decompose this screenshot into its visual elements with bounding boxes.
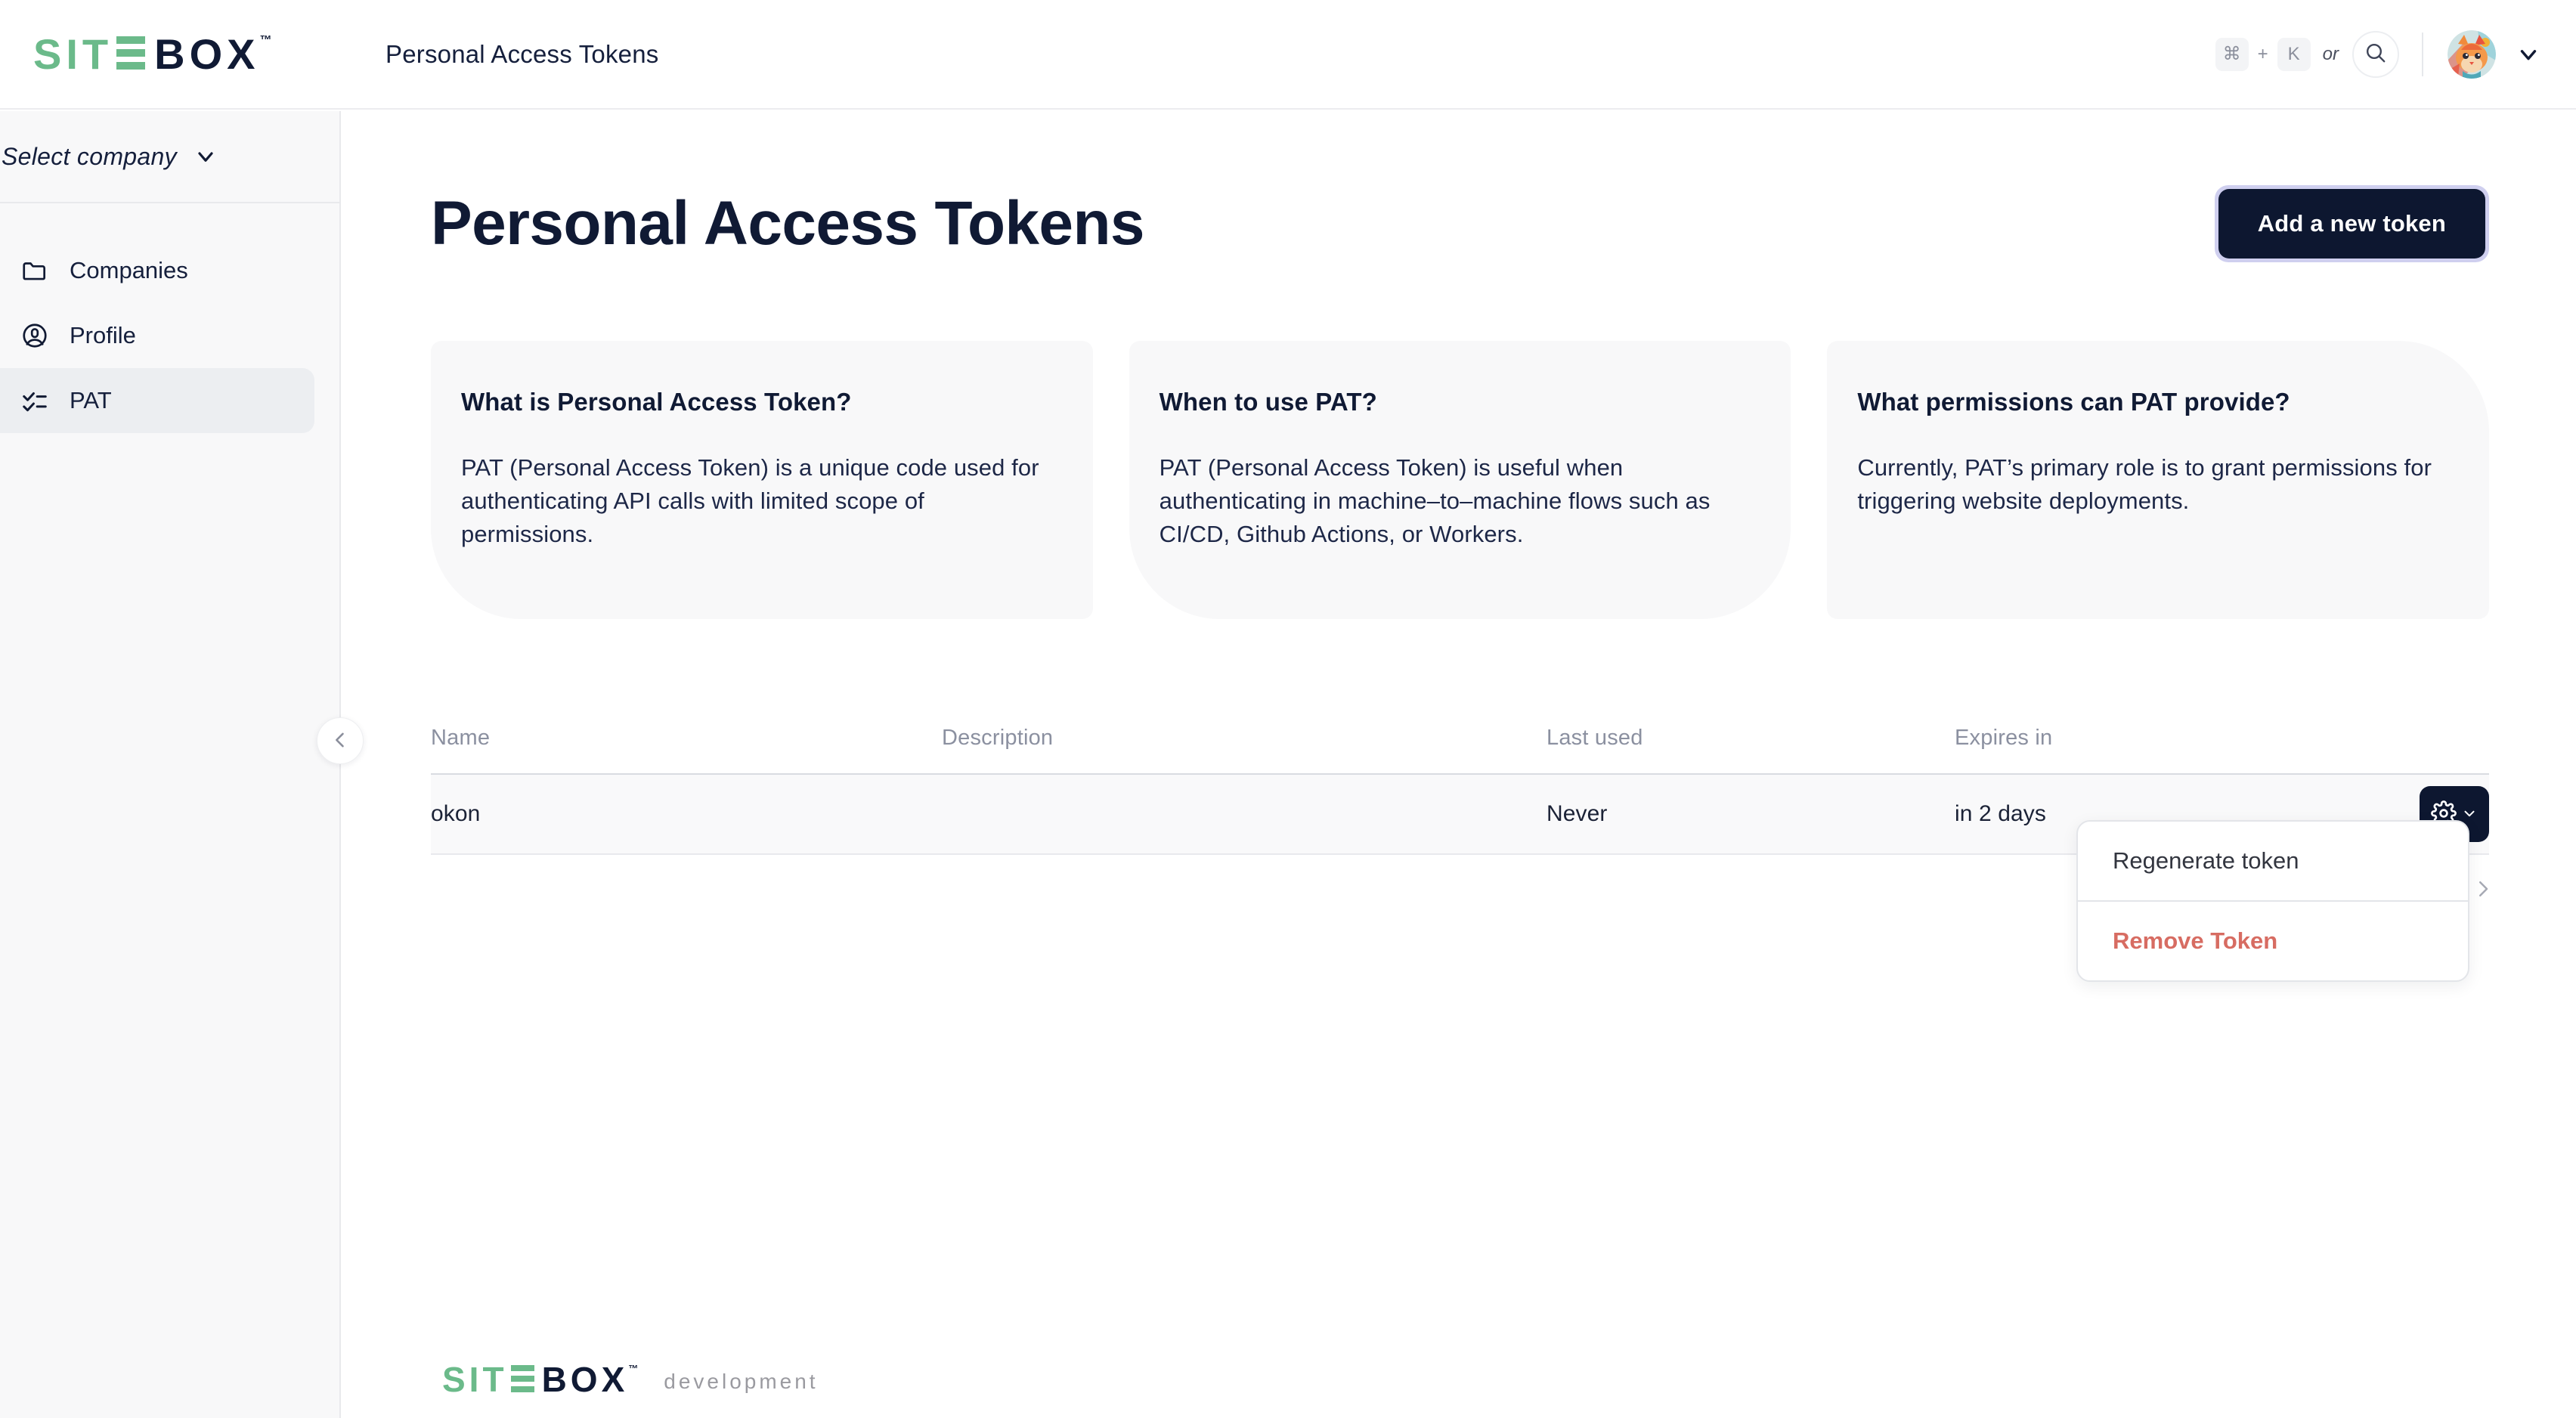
add-new-token-button[interactable]: Add a new token <box>2218 189 2485 259</box>
header-divider <box>2422 32 2423 76</box>
add-token-focus-ring: Add a new token <box>2214 185 2489 262</box>
cell-token-name: okon <box>431 801 481 826</box>
page-header: Personal Access Tokens Add a new token <box>431 111 2489 262</box>
sitebox-logo: SIT BOX ™ <box>33 33 271 76</box>
sidebar-nav: Companies Profile PAT <box>0 203 339 433</box>
tokens-table: Name Description Last used Expires in ok… <box>431 702 2489 982</box>
footer: SIT BOX ™ development <box>342 1362 2576 1418</box>
sidebar-item-profile[interactable]: Profile <box>0 303 314 368</box>
column-header-description: Description <box>942 725 1054 750</box>
info-card-body: PAT (Personal Access Token) is a unique … <box>461 454 1039 548</box>
shortcut-or-label: or <box>2322 43 2339 64</box>
footer-logo-e-bars-icon <box>510 1362 534 1393</box>
search-button[interactable] <box>2352 30 2399 78</box>
logo-trademark: ™ <box>259 33 272 47</box>
top-header-bar: SIT BOX ™ Personal Access Tokens ⌘ + K o… <box>0 0 2576 110</box>
row-actions-chevron-down-icon <box>2461 805 2478 824</box>
table-header-row: Name Description Last used Expires in <box>431 702 2489 775</box>
page-title: Personal Access Tokens <box>431 189 1145 258</box>
brand-logo-link[interactable]: SIT BOX ™ <box>0 33 344 76</box>
row-actions-dropdown-menu: Regenerate token Remove Token <box>2076 820 2469 982</box>
info-card-body: PAT (Personal Access Token) is useful wh… <box>1159 454 1711 548</box>
shortcut-command-key: ⌘ <box>2215 37 2249 71</box>
logo-green-text: SIT <box>33 29 113 78</box>
top-header-actions: ⌘ + K or <box>2215 29 2576 79</box>
chevron-down-icon <box>194 144 218 169</box>
menu-item-remove-token[interactable]: Remove Token <box>2078 902 2468 980</box>
logo-e-bars-icon <box>116 33 146 71</box>
sidebar-item-companies[interactable]: Companies <box>0 238 314 303</box>
footer-environment-label: development <box>664 1370 819 1393</box>
info-card-heading: When to use PAT? <box>1159 388 1377 416</box>
shortcut-k-key: K <box>2277 37 2311 71</box>
info-card-what-is-pat: What is Personal Access Token? PAT (Pers… <box>431 341 1093 619</box>
footer-sitebox-logo: SIT BOX ™ <box>442 1362 638 1397</box>
main-content: Personal Access Tokens Add a new token W… <box>342 111 2576 1418</box>
page-breadcrumb-title: Personal Access Tokens <box>385 39 659 68</box>
cell-last-used: Never <box>1547 801 1608 826</box>
checklist-icon <box>20 385 50 416</box>
logo-dark-text: BOX <box>154 29 260 78</box>
company-selector[interactable]: Select company <box>0 111 339 203</box>
column-header-last-used: Last used <box>1547 725 1643 750</box>
search-icon <box>2364 41 2388 67</box>
footer-logo-trademark: ™ <box>628 1363 639 1374</box>
sidebar-item-label: Companies <box>70 257 188 283</box>
info-cards: What is Personal Access Token? PAT (Pers… <box>431 341 2490 619</box>
info-card-heading: What is Personal Access Token? <box>461 388 852 416</box>
company-selector-label: Select company <box>2 142 177 170</box>
sidebar-item-label: PAT <box>70 387 112 413</box>
column-header-expires-in: Expires in <box>1955 725 2053 750</box>
info-card-when-to-use: When to use PAT? PAT (Personal Access To… <box>1129 341 1791 619</box>
footer-logo-green-text: SIT <box>442 1360 508 1399</box>
sidebar-collapse-button[interactable] <box>317 717 364 764</box>
info-card-body: Currently, PAT’s primary role is to gran… <box>1857 454 2432 515</box>
folder-icon <box>20 255 50 286</box>
menu-item-regenerate-token[interactable]: Regenerate token <box>2078 822 2468 900</box>
info-card-permissions: What permissions can PAT provide? Curren… <box>1827 341 2490 619</box>
left-sidebar: Select company Companies Profile PAT <box>0 111 341 1418</box>
next-page-button[interactable] <box>2472 878 2494 904</box>
sidebar-item-label: Profile <box>70 322 136 348</box>
info-card-heading: What permissions can PAT provide? <box>1857 388 2290 416</box>
shortcut-plus-sign: + <box>2257 43 2268 64</box>
column-header-name: Name <box>431 725 491 750</box>
chevron-left-icon <box>330 729 351 753</box>
footer-logo-dark-text: BOX <box>541 1360 629 1399</box>
avatar[interactable] <box>2448 29 2496 79</box>
user-circle-icon <box>20 320 50 351</box>
chevron-right-icon <box>2472 878 2494 904</box>
account-chevron-down-icon[interactable] <box>2516 42 2541 67</box>
sidebar-item-pat[interactable]: PAT <box>0 368 314 433</box>
